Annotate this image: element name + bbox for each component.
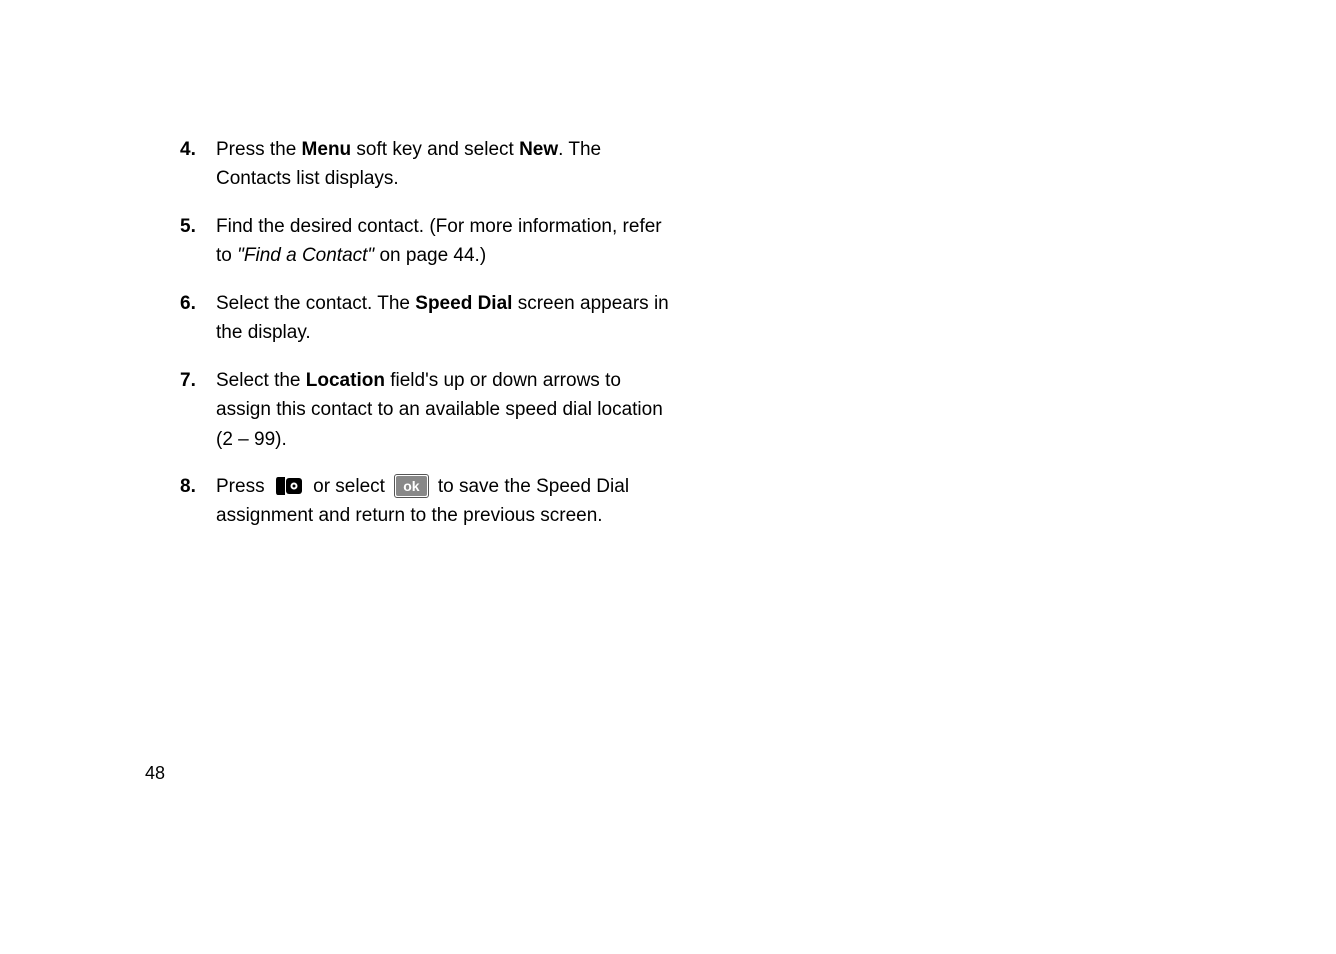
instruction-step: 5.Find the desired contact. (For more in…: [180, 212, 680, 271]
step-number: 6.: [180, 289, 216, 348]
text-run: Select the: [216, 370, 306, 391]
center-select-icon: [274, 475, 304, 497]
page-number: 48: [145, 763, 165, 784]
ok-icon: ok: [394, 474, 428, 498]
instruction-step: 7.Select the Location field's up or down…: [180, 366, 680, 454]
step-number: 7.: [180, 366, 216, 454]
step-text: Find the desired contact. (For more info…: [216, 212, 680, 271]
step-number: 4.: [180, 135, 216, 194]
text-run: on page 44.): [374, 245, 486, 266]
text-run: Menu: [302, 139, 352, 160]
text-run: Select the contact. The: [216, 293, 415, 314]
text-run: "Find a Contact": [237, 245, 374, 266]
instruction-list: 4.Press the Menu soft key and select New…: [180, 135, 680, 549]
step-number: 5.: [180, 212, 216, 271]
step-text: Select the Location field's up or down a…: [216, 366, 680, 454]
text-run: Location: [306, 370, 385, 391]
text-run: Speed Dial: [415, 293, 512, 314]
text-run: soft key and select: [351, 139, 519, 160]
text-run: or select: [308, 476, 390, 497]
step-text: Select the contact. The Speed Dial scree…: [216, 289, 680, 348]
instruction-step: 6.Select the contact. The Speed Dial scr…: [180, 289, 680, 348]
text-run: Press the: [216, 139, 302, 160]
instruction-step: 8.Press or select ok to save the Speed D…: [180, 472, 680, 531]
text-run: Press: [216, 476, 270, 497]
step-text: Press the Menu soft key and select New. …: [216, 135, 680, 194]
text-run: New: [519, 139, 558, 160]
step-text: Press or select ok to save the Speed Dia…: [216, 472, 680, 531]
instruction-step: 4.Press the Menu soft key and select New…: [180, 135, 680, 194]
step-number: 8.: [180, 472, 216, 531]
